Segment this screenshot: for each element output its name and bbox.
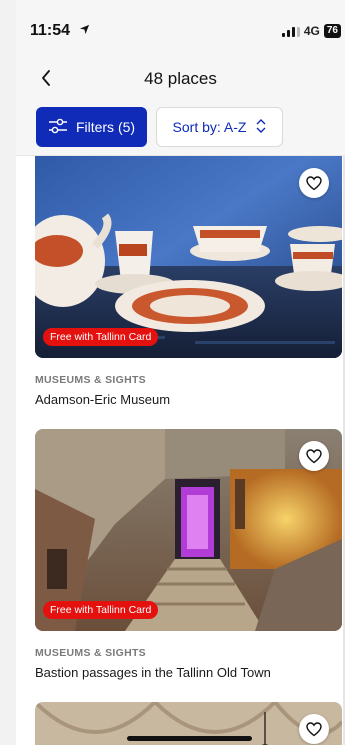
place-image-porcelain[interactable]: Free with Tallinn Card [35,156,342,358]
filters-button[interactable]: Filters (5) [36,107,147,147]
left-edge [0,0,16,745]
signal-icon [281,26,300,37]
filters-label: Filters (5) [75,119,136,135]
place-category: MUSEUMS & SIGHTS [35,647,146,659]
network-label: 4G [303,24,320,38]
status-time-text: 11:54 [30,22,71,39]
places-list: Free with Tallinn Card MUSEUMS & SIGHTS … [35,156,342,745]
battery-icon: 76 [323,24,341,38]
sort-button[interactable]: Sort by: A-Z [156,107,283,147]
filter-bar: Filters (5) Sort by: A-Z [16,100,345,156]
place-name[interactable]: Adamson-Eric Museum [35,392,342,407]
heart-icon [306,448,322,463]
sort-label: Sort by: A-Z [172,119,247,135]
heart-icon [306,721,322,736]
place-category: MUSEUMS & SIGHTS [35,374,146,386]
place-name[interactable]: Bastion passages in the Tallinn Old Town [35,665,342,680]
favorite-button[interactable] [299,168,329,198]
tallinn-card-badge: Free with Tallinn Card [43,328,159,346]
place-card[interactable]: Free with Tallinn Card MUSEUMS & SIGHTS … [35,156,342,407]
tallinn-card-badge: Free with Tallinn Card [43,601,159,619]
location-arrow-icon [79,23,90,38]
favorite-button[interactable] [299,441,329,471]
home-indicator [127,736,252,741]
place-image-bastion[interactable]: Free with Tallinn Card [35,429,342,631]
app-screen: 11:54 4G 76 48 places Filters (5) Sort b… [0,0,345,745]
favorite-button[interactable] [299,714,329,744]
page-header: 48 places [16,60,345,100]
status-bar: 11:54 4G 76 [16,0,345,60]
heart-icon [306,175,322,190]
place-card[interactable]: Free with Tallinn Card MUSEUMS & SIGHTS … [35,429,342,680]
sliders-icon [48,118,68,137]
status-indicators: 4G 76 [281,24,341,38]
status-time: 11:54 [30,22,90,40]
chevron-up-down-icon [256,118,266,137]
page-title: 48 places [144,69,217,88]
